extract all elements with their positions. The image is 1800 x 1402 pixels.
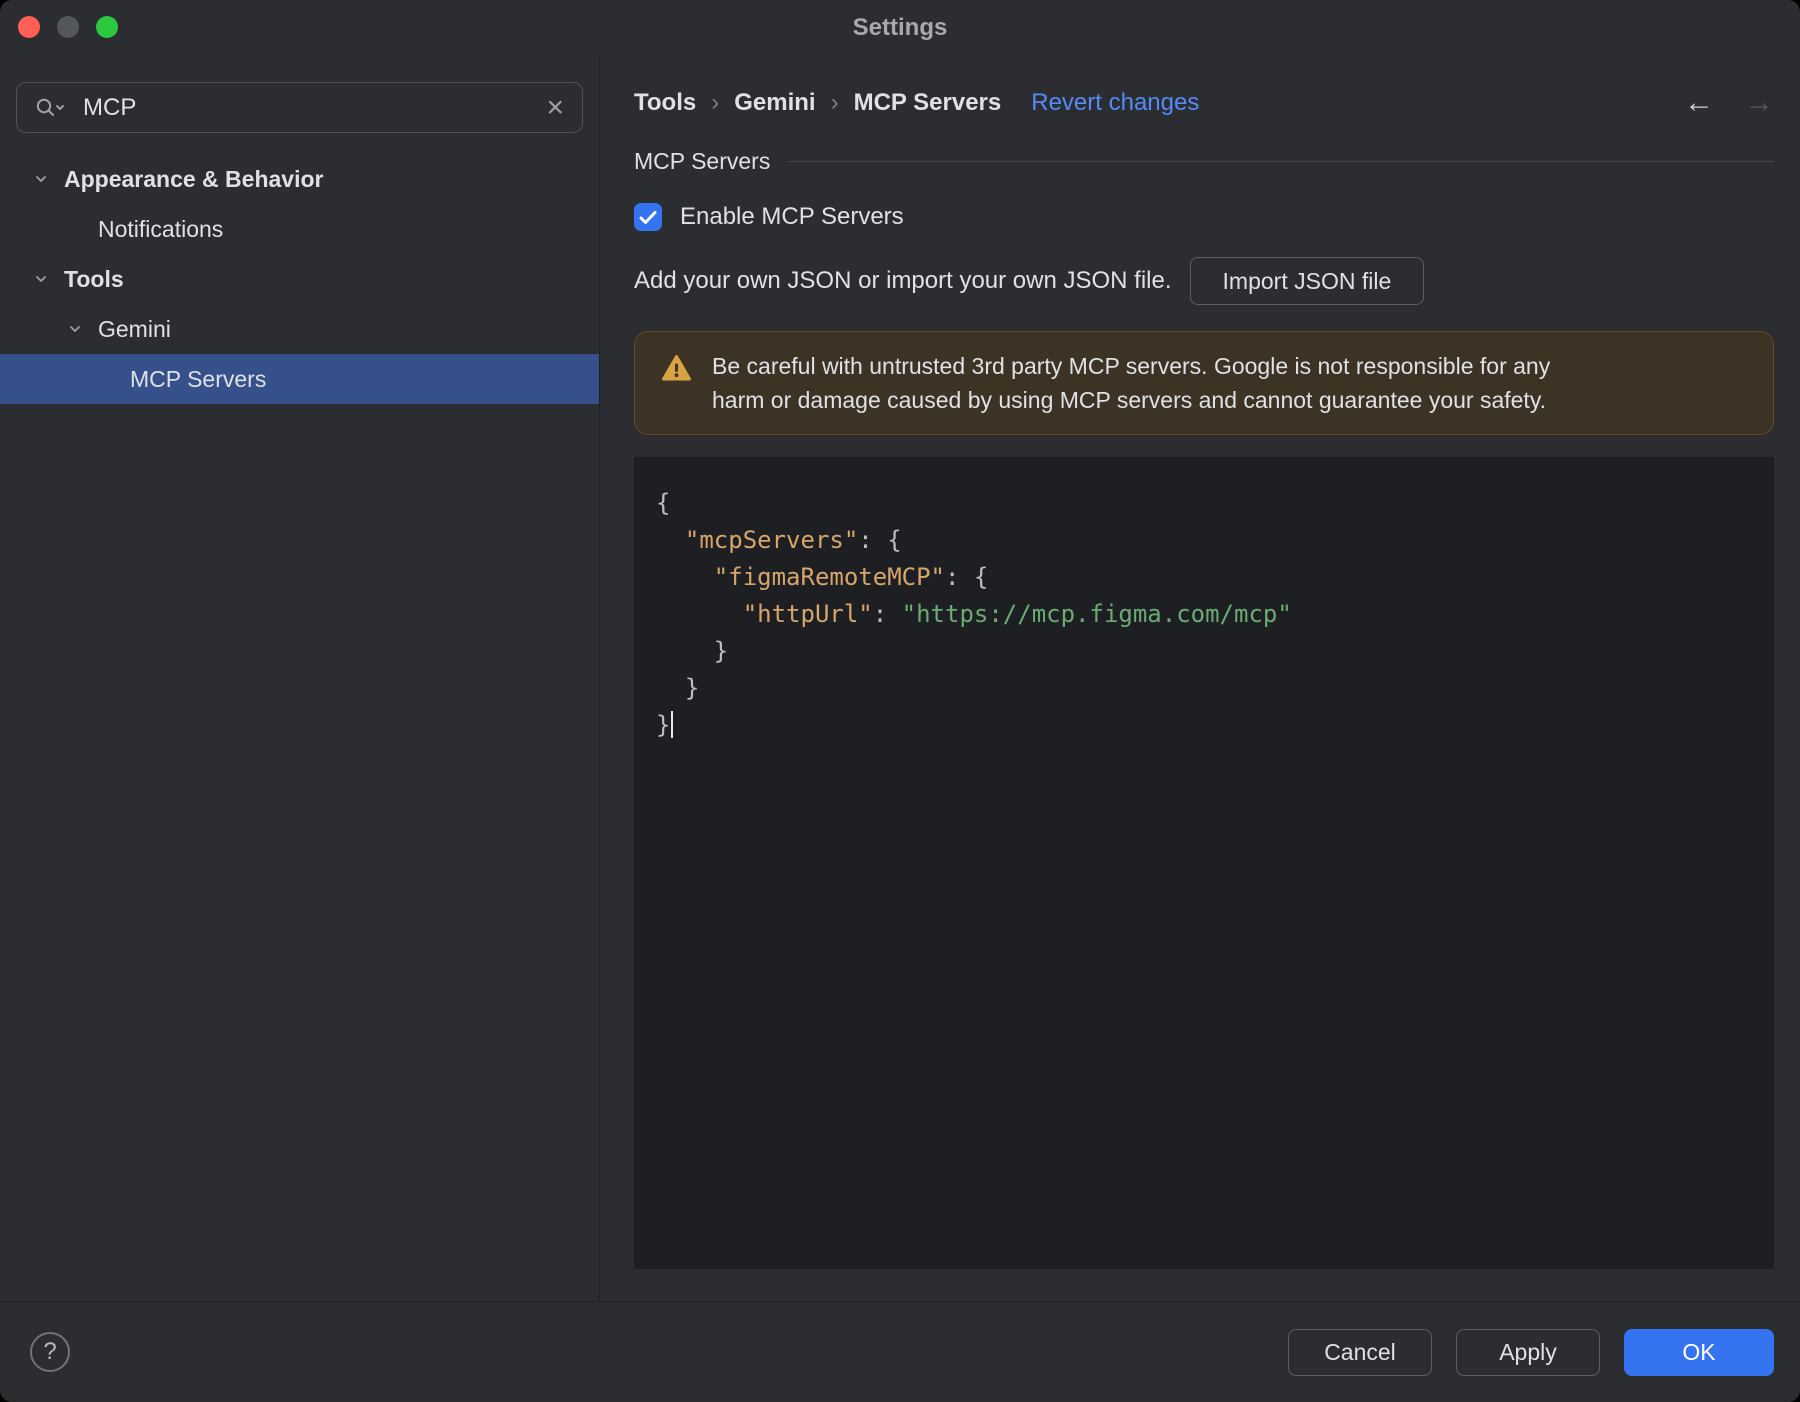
clear-search-icon[interactable]: × bbox=[546, 92, 564, 123]
section-title: MCP Servers bbox=[634, 148, 771, 174]
breadcrumb-separator: › bbox=[830, 89, 839, 116]
history-nav: ← → bbox=[1684, 88, 1774, 118]
sidebar-item-mcp-servers[interactable]: MCP Servers bbox=[0, 354, 599, 404]
revert-changes-link[interactable]: Revert changes bbox=[1031, 89, 1199, 117]
warning-line: Be careful with untrusted 3rd party MCP … bbox=[712, 353, 1551, 379]
breadcrumb: Tools › Gemini › MCP Servers bbox=[634, 89, 1001, 117]
json-editor-code: { "mcpServers": { "figmaRemoteMCP": { "h… bbox=[656, 485, 1754, 744]
back-icon[interactable]: ← bbox=[1684, 88, 1714, 118]
window-title: Settings bbox=[852, 14, 948, 41]
import-row: Add your own JSON or import your own JSO… bbox=[634, 257, 1774, 305]
chevron-down-icon[interactable] bbox=[30, 271, 52, 287]
settings-content: Tools › Gemini › MCP Servers Revert chan… bbox=[600, 56, 1800, 1301]
forward-icon[interactable]: → bbox=[1744, 88, 1774, 118]
warning-icon bbox=[661, 354, 692, 387]
import-json-button[interactable]: Import JSON file bbox=[1189, 257, 1425, 305]
code-line: } bbox=[656, 674, 700, 702]
code-line: "figmaRemoteMCP": { bbox=[713, 563, 989, 591]
minimize-window-button[interactable] bbox=[57, 16, 79, 38]
code-line: "httpUrl": "https://mcp.figma.com/mcp" bbox=[742, 600, 1292, 628]
sidebar-item-label: Appearance & Behavior bbox=[64, 165, 324, 192]
json-editor[interactable]: { "mcpServers": { "figmaRemoteMCP": { "h… bbox=[634, 457, 1774, 1269]
breadcrumb-separator: › bbox=[711, 89, 720, 116]
search-icon[interactable] bbox=[35, 97, 69, 119]
search-input[interactable] bbox=[81, 92, 535, 123]
enable-mcp-label: Enable MCP Servers bbox=[680, 203, 904, 230]
titlebar: Settings bbox=[0, 0, 1800, 56]
enable-mcp-row[interactable]: Enable MCP Servers bbox=[634, 203, 904, 231]
content-header: Tools › Gemini › MCP Servers Revert chan… bbox=[634, 84, 1774, 122]
chevron-down-icon[interactable] bbox=[30, 171, 52, 187]
settings-tree: Appearance & Behavior Notifications Tool… bbox=[0, 154, 599, 404]
sidebar-item-gemini[interactable]: Gemini bbox=[0, 304, 599, 354]
sidebar-item-appearance-behavior[interactable]: Appearance & Behavior bbox=[0, 154, 599, 204]
sidebar-item-label: MCP Servers bbox=[130, 365, 267, 392]
text-cursor bbox=[671, 711, 674, 738]
section-header: MCP Servers bbox=[634, 148, 1774, 175]
footer-bar: ? Cancel Apply OK bbox=[0, 1301, 1800, 1402]
warning-line: harm or damage caused by using MCP serve… bbox=[712, 387, 1546, 413]
question-mark-icon: ? bbox=[43, 1338, 57, 1365]
settings-window: Settings × bbox=[0, 0, 1800, 1402]
sidebar-item-notifications[interactable]: Notifications bbox=[0, 204, 599, 254]
code-line: "mcpServers": { bbox=[684, 526, 902, 554]
ok-button[interactable]: OK bbox=[1624, 1328, 1774, 1376]
traffic-lights bbox=[18, 16, 118, 38]
code-line: } bbox=[656, 637, 729, 665]
section-divider bbox=[788, 161, 1774, 162]
main-area: × Appearance & Behavior Notifications To bbox=[0, 56, 1800, 1301]
enable-mcp-checkbox[interactable] bbox=[634, 203, 662, 231]
code-line: { bbox=[656, 489, 671, 517]
code-line: } bbox=[656, 707, 1754, 744]
sidebar-item-label: Gemini bbox=[98, 315, 171, 342]
warning-banner: Be careful with untrusted 3rd party MCP … bbox=[634, 331, 1774, 435]
warning-text: Be careful with untrusted 3rd party MCP … bbox=[712, 349, 1550, 417]
sidebar-item-label: Notifications bbox=[98, 215, 224, 242]
breadcrumb-item-mcp-servers[interactable]: MCP Servers bbox=[854, 89, 1002, 117]
cancel-button[interactable]: Cancel bbox=[1288, 1328, 1432, 1376]
help-button[interactable]: ? bbox=[30, 1332, 70, 1372]
zoom-window-button[interactable] bbox=[96, 16, 118, 38]
close-window-button[interactable] bbox=[18, 16, 40, 38]
apply-button[interactable]: Apply bbox=[1456, 1328, 1600, 1376]
breadcrumb-item-tools[interactable]: Tools bbox=[634, 89, 696, 117]
sidebar: × Appearance & Behavior Notifications To bbox=[0, 56, 600, 1301]
settings-search-box[interactable]: × bbox=[16, 82, 583, 133]
checkmark-icon bbox=[639, 210, 657, 224]
breadcrumb-item-gemini[interactable]: Gemini bbox=[734, 89, 815, 117]
chevron-down-icon[interactable] bbox=[64, 321, 86, 337]
import-description: Add your own JSON or import your own JSO… bbox=[634, 267, 1172, 294]
sidebar-item-label: Tools bbox=[64, 265, 124, 292]
sidebar-item-tools[interactable]: Tools bbox=[0, 254, 599, 304]
